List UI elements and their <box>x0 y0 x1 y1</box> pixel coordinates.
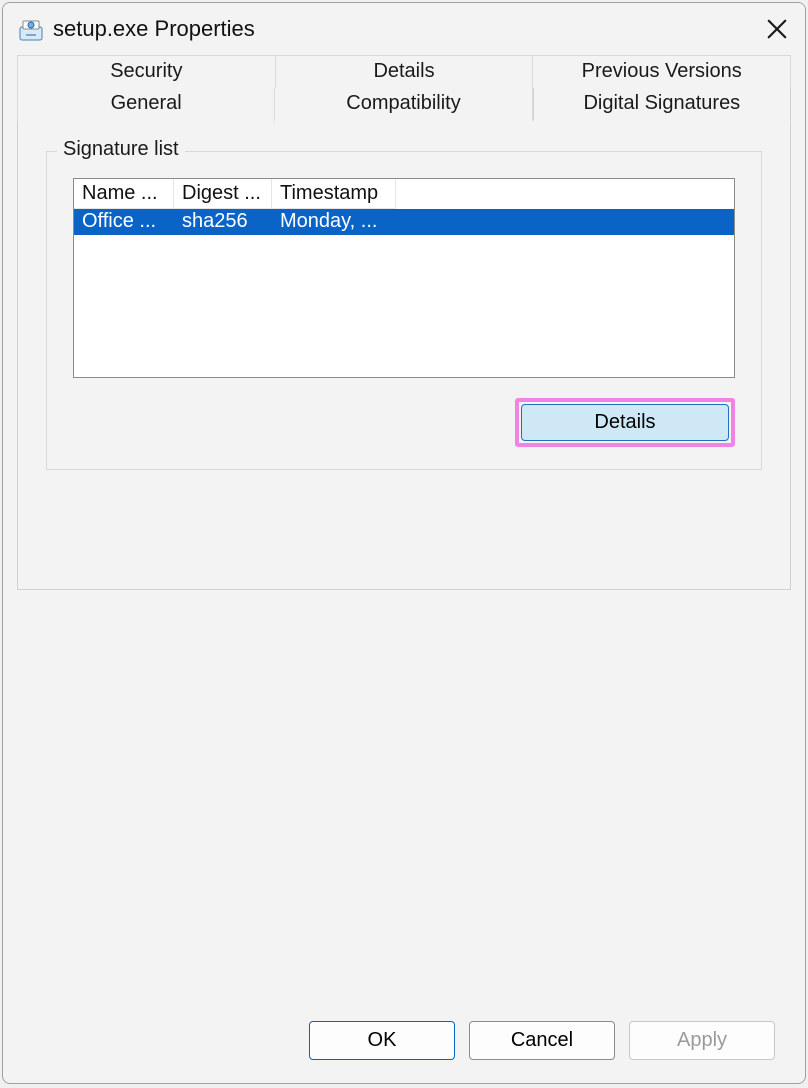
tab-general[interactable]: General <box>17 88 275 121</box>
cancel-button[interactable]: Cancel <box>469 1021 615 1060</box>
tab-details[interactable]: Details <box>276 55 534 88</box>
apply-button[interactable]: Apply <box>629 1021 775 1060</box>
details-button[interactable]: Details <box>521 404 729 441</box>
cell-name: Office ... <box>74 209 174 235</box>
tab-strip: Security Details Previous Versions Gener… <box>17 55 791 121</box>
tab-digital-signatures[interactable]: Digital Signatures <box>533 88 791 121</box>
cell-timestamp: Monday, ... <box>272 209 396 235</box>
ok-button[interactable]: OK <box>309 1021 455 1060</box>
header-timestamp[interactable]: Timestamp <box>272 179 396 209</box>
titlebar: setup.exe Properties <box>3 3 805 55</box>
header-digest[interactable]: Digest ... <box>174 179 272 209</box>
details-highlight: Details <box>515 398 735 447</box>
installer-icon <box>17 15 45 43</box>
cell-digest: sha256 <box>174 209 272 235</box>
dialog-footer: OK Cancel Apply <box>17 1009 791 1071</box>
list-header: Name ... Digest ... Timestamp <box>74 179 734 209</box>
tab-compatibility[interactable]: Compatibility <box>275 88 532 121</box>
tab-security[interactable]: Security <box>17 55 276 88</box>
close-button[interactable] <box>755 7 799 51</box>
tab-previous-versions[interactable]: Previous Versions <box>533 55 791 88</box>
close-icon <box>766 18 788 40</box>
signature-listview[interactable]: Name ... Digest ... Timestamp Office ...… <box>73 178 735 378</box>
properties-dialog: setup.exe Properties Security Details Pr… <box>2 2 806 1084</box>
client-area: Security Details Previous Versions Gener… <box>3 55 805 1083</box>
list-row[interactable]: Office ... sha256 Monday, ... <box>74 209 734 235</box>
window-title: setup.exe Properties <box>53 16 755 42</box>
header-name[interactable]: Name ... <box>74 179 174 209</box>
tab-panel-digital-signatures: Signature list Name ... Digest ... Times… <box>17 121 791 590</box>
group-title: Signature list <box>57 138 185 161</box>
signature-list-group: Signature list Name ... Digest ... Times… <box>46 151 762 470</box>
